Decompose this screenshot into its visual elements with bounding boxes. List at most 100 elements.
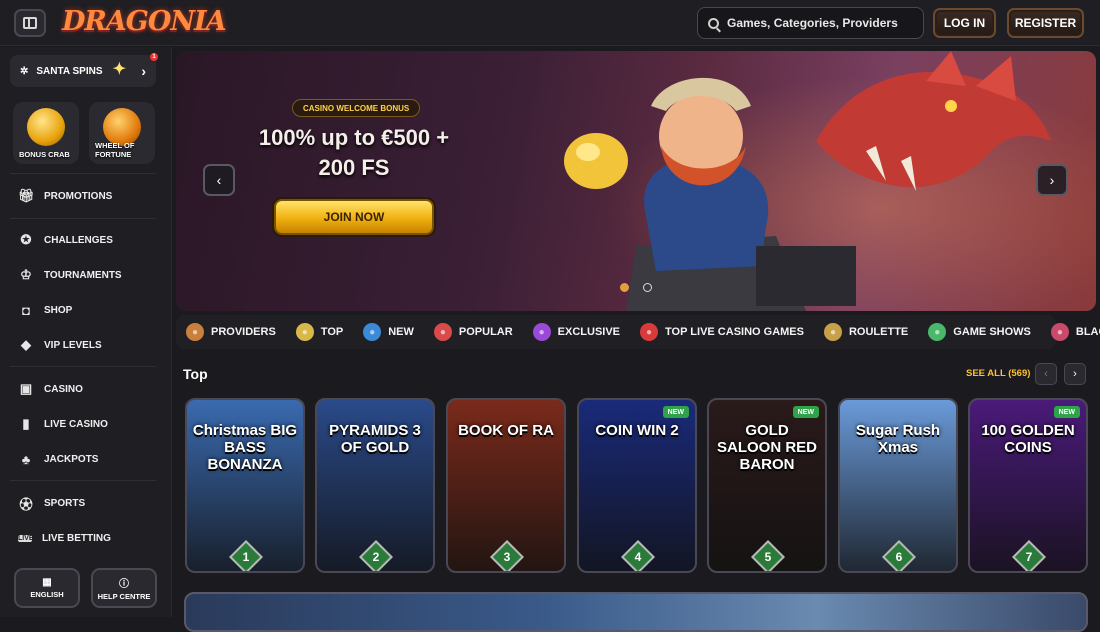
rank-badge: 1	[229, 540, 263, 571]
sidebar-item-jackpots[interactable]: ♣ JACKPOTS	[18, 449, 99, 469]
hero-banner[interactable]: CASINO WELCOME BONUS 100% up to €500 + 2…	[176, 51, 1096, 311]
category-tab[interactable]: ● ROULETTE	[814, 323, 918, 341]
banner-prev-button[interactable]: ‹	[203, 164, 235, 196]
games-prev-button[interactable]: ‹	[1035, 363, 1057, 385]
register-button[interactable]: REGISTER	[1007, 8, 1084, 38]
chevron-left-icon: ‹	[1044, 368, 1048, 380]
chevron-left-icon: ‹	[216, 172, 222, 188]
game-card[interactable]: BOOK OF RA 3	[446, 398, 566, 573]
rank-badge: 4	[621, 540, 655, 571]
see-all-link[interactable]: SEE ALL (569)	[966, 368, 1030, 379]
new-badge: NEW	[792, 406, 819, 418]
category-tab[interactable]: ● GAME SHOWS	[918, 323, 1041, 341]
medal-icon: ✪	[20, 232, 32, 247]
sidebar-item-promotions[interactable]: 🎁︎ PROMOTIONS	[18, 186, 112, 206]
divider	[10, 366, 156, 367]
trophy-icon: ♔	[20, 267, 32, 282]
category-tab[interactable]: ● POPULAR	[424, 323, 523, 341]
category-tab[interactable]: ● PROVIDERS	[176, 323, 286, 341]
game-card[interactable]: Sugar Rush Xmas 6	[838, 398, 958, 573]
sidebar-item-label: JACKPOTS	[44, 453, 99, 465]
category-tab[interactable]: ● NEW	[353, 323, 424, 341]
sidebar-item-sports[interactable]: ⚽︎ SPORTS	[18, 493, 85, 513]
game-title: Sugar Rush Xmas	[855, 422, 941, 456]
snowflake-icon: ✲	[20, 65, 29, 77]
sidebar-item-casino[interactable]: ▣ CASINO	[18, 379, 83, 399]
card-icon: ▮	[22, 416, 30, 431]
section-title: Top	[183, 366, 208, 382]
sidebar-item-live-casino[interactable]: ▮ LIVE CASINO	[18, 414, 108, 434]
sidebar-toggle-button[interactable]	[14, 9, 46, 37]
bonus-crab-tile[interactable]: BONUS CRAB	[13, 102, 79, 164]
category-label: PROVIDERS	[211, 326, 276, 338]
sidebar-item-label: TOURNAMENTS	[44, 269, 122, 281]
bonus-title-line1: 100% up to €500 +	[258, 125, 450, 150]
join-now-button[interactable]: JOIN NOW	[274, 199, 434, 235]
category-label: GAME SHOWS	[953, 326, 1031, 338]
rank-number: 2	[372, 550, 380, 564]
help-label: HELP CENTRE	[97, 592, 151, 601]
next-section-banner[interactable]	[184, 592, 1088, 632]
sidebar-item-label: CHALLENGES	[44, 234, 113, 246]
santa-spins-item[interactable]: ✲ SANTA SPINS ✦ › 1	[10, 53, 158, 87]
game-title: 100 GOLDEN COINS	[981, 422, 1075, 456]
games-next-button[interactable]: ›	[1064, 363, 1086, 385]
carousel-dot[interactable]	[643, 283, 652, 292]
category-icon: ●	[823, 323, 842, 341]
category-bar: ● PROVIDERS ● TOP ● NEW ● POPULAR ● EXCLUSIVE ● TOP…	[176, 315, 1100, 349]
game-card[interactable]: 100 GOLDEN COINS NEW 7	[968, 398, 1088, 573]
category-label: TOP LIVE CASINO GAMES	[665, 326, 804, 338]
category-icon: ●	[928, 323, 947, 341]
sidebar-item-live-betting[interactable]: LIVE LIVE BETTING	[18, 528, 111, 548]
category-icon: ●	[1050, 323, 1069, 341]
chevron-right-icon: ›	[141, 63, 146, 79]
sidebar-icon	[23, 17, 37, 29]
category-icon: ●	[186, 323, 204, 341]
sidebar-item-label: SPORTS	[44, 497, 86, 509]
search-box[interactable]	[697, 7, 924, 39]
banner-next-button[interactable]: ›	[1036, 164, 1068, 196]
rank-number: 4	[634, 550, 642, 564]
carousel-dot-active[interactable]	[620, 283, 629, 292]
sidebar-item-tournaments[interactable]: ♔ TOURNAMENTS	[18, 265, 122, 285]
category-tab[interactable]: ● BLACKJACK	[1041, 323, 1100, 341]
game-card[interactable]: COIN WIN 2 NEW 4	[577, 398, 697, 573]
rank-badge: 2	[359, 540, 393, 571]
miner-illustration	[564, 77, 856, 311]
game-card[interactable]: Christmas BIG BASS BONANZA 1	[185, 398, 305, 573]
sidebar-item-label: LIVE CASINO	[44, 418, 108, 430]
welcome-bonus-tag: CASINO WELCOME BONUS	[292, 99, 421, 117]
game-title: GOLD SALOON RED BARON	[716, 422, 817, 473]
sidebar-item-shop[interactable]: ◘ SHOP	[18, 300, 72, 320]
category-label: POPULAR	[458, 326, 513, 338]
category-icon: ●	[363, 323, 382, 341]
language-label: ENGLISH	[30, 590, 64, 599]
game-card[interactable]: GOLD SALOON RED BARON NEW 5	[707, 398, 827, 573]
search-input[interactable]	[727, 16, 907, 30]
sidebar-item-label: VIP LEVELS	[44, 339, 102, 351]
game-card[interactable]: PYRAMIDS 3 OF GOLD 2	[315, 398, 435, 573]
clover-icon: ♣	[21, 451, 31, 467]
search-icon	[708, 17, 719, 29]
help-centre-button[interactable]: ⓘ HELP CENTRE	[91, 568, 157, 608]
category-tab[interactable]: ● EXCLUSIVE	[523, 323, 630, 341]
language-button[interactable]: ▦ ENGLISH	[14, 568, 80, 608]
login-button[interactable]: LOG IN	[933, 8, 996, 38]
sidebar-item-challenges[interactable]: ✪ CHALLENGES	[18, 230, 113, 250]
category-label: EXCLUSIVE	[557, 326, 621, 338]
category-label: ROULETTE	[848, 326, 909, 338]
dragonia-logo[interactable]: DRAGONIA	[62, 6, 227, 37]
category-tab[interactable]: ● TOP	[286, 323, 353, 341]
rank-badge: 6	[882, 540, 916, 571]
category-label: NEW	[388, 326, 414, 338]
rank-number: 1	[242, 550, 250, 564]
divider	[10, 173, 156, 174]
info-icon: ⓘ	[119, 579, 129, 590]
wheel-of-fortune-tile[interactable]: WHEEL OF FORTUNE	[89, 102, 155, 164]
tile-label: WHEEL OF FORTUNE	[95, 141, 135, 159]
sidebar-item-vip-levels[interactable]: ◆ VIP LEVELS	[18, 335, 102, 355]
sidebar-item-label: SHOP	[44, 304, 73, 316]
rank-number: 3	[503, 550, 511, 564]
rank-badge: 7	[1012, 540, 1046, 571]
category-tab[interactable]: ● TOP LIVE CASINO GAMES	[630, 323, 814, 341]
